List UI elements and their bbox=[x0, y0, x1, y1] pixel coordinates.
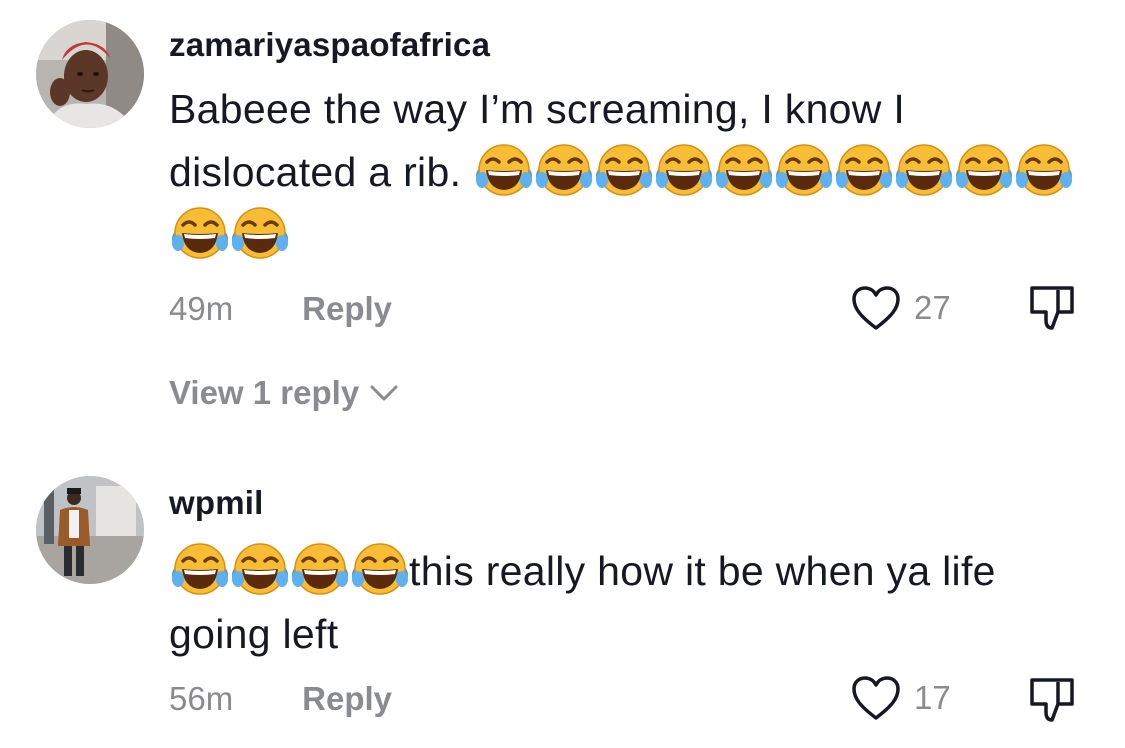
user-avatar-icon[interactable] bbox=[36, 20, 144, 128]
comment-item: zamariyaspaofafrica Babeee the way I’m s… bbox=[0, 0, 1125, 440]
face-with-tears-of-joy-icon bbox=[533, 142, 595, 198]
face-with-tears-of-joy-icon bbox=[289, 541, 351, 597]
face-with-tears-of-joy-icon bbox=[473, 142, 535, 198]
comment-meta: 56m Reply bbox=[169, 680, 392, 718]
reply-button[interactable]: Reply bbox=[302, 680, 392, 717]
user-avatar-icon[interactable] bbox=[36, 476, 144, 584]
face-with-tears-of-joy-icon bbox=[229, 541, 291, 597]
dislike-icon[interactable] bbox=[1026, 282, 1078, 334]
comment-username[interactable]: zamariyaspaofafrica bbox=[169, 26, 490, 64]
comment-text: this really how it be when ya life going… bbox=[169, 540, 1099, 666]
heart-icon bbox=[852, 676, 900, 720]
comment-timestamp: 49m bbox=[169, 290, 234, 327]
face-with-tears-of-joy-icon bbox=[169, 205, 231, 261]
face-with-tears-of-joy-icon bbox=[773, 142, 835, 198]
like-count: 17 bbox=[914, 679, 951, 716]
face-with-tears-of-joy-icon bbox=[653, 142, 715, 198]
face-with-tears-of-joy-icon bbox=[169, 541, 231, 597]
comment-username[interactable]: wpmil bbox=[169, 484, 264, 522]
like-button[interactable]: 27 bbox=[850, 284, 951, 332]
face-with-tears-of-joy-icon bbox=[1013, 142, 1075, 198]
view-replies-button[interactable]: View 1 reply bbox=[169, 374, 399, 412]
comment-item: wpmil this really how it be when ya life… bbox=[0, 460, 1125, 748]
comment-timestamp: 56m bbox=[169, 680, 234, 717]
face-with-tears-of-joy-icon bbox=[349, 541, 411, 597]
heart-icon bbox=[852, 286, 900, 330]
chevron-down-icon bbox=[370, 385, 398, 401]
dislike-icon[interactable] bbox=[1026, 674, 1078, 726]
comment-text: Babeee the way I’m screaming, I know I d… bbox=[169, 78, 1099, 267]
like-button[interactable]: 17 bbox=[850, 674, 951, 722]
face-with-tears-of-joy-icon bbox=[713, 142, 775, 198]
emoji-run bbox=[169, 548, 409, 594]
face-with-tears-of-joy-icon bbox=[893, 142, 955, 198]
face-with-tears-of-joy-icon bbox=[593, 142, 655, 198]
face-with-tears-of-joy-icon bbox=[229, 205, 291, 261]
view-replies-label: View 1 reply bbox=[169, 374, 360, 411]
like-count: 27 bbox=[914, 289, 951, 326]
reply-button[interactable]: Reply bbox=[302, 290, 392, 327]
face-with-tears-of-joy-icon bbox=[953, 142, 1015, 198]
face-with-tears-of-joy-icon bbox=[833, 142, 895, 198]
comment-meta: 49m Reply bbox=[169, 290, 392, 328]
